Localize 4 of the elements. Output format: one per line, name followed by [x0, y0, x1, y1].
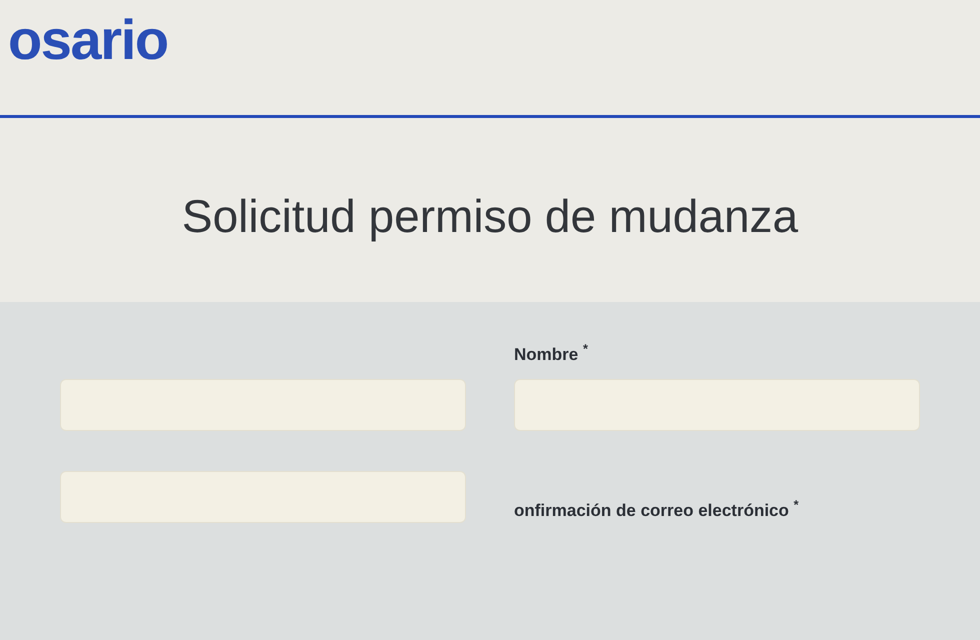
field-label: Nombre $^{*}$: [514, 342, 589, 366]
logo-text[interactable]: osario: [0, 12, 168, 68]
field-label: onfirmación de correo electrónico $^{*}$: [514, 498, 800, 522]
page-title: Solicitud permiso de mudanza: [182, 189, 798, 244]
